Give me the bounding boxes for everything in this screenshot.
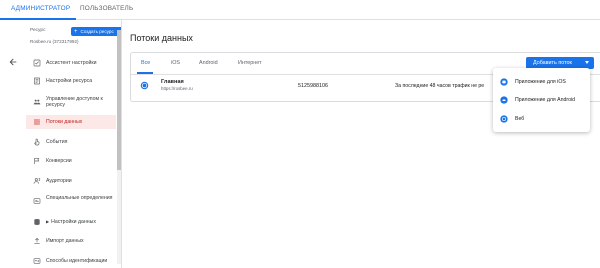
create-resource-button[interactable]: + Создать ресурс	[71, 27, 121, 36]
audience-icon	[33, 178, 41, 184]
checkbox-icon	[33, 59, 41, 67]
people-icon	[33, 99, 41, 105]
sidebar-item-label: ▶ Настройки данных	[46, 219, 118, 225]
sidebar-item-setup-assistant[interactable]: Ассистент настройки	[26, 56, 116, 70]
add-stream-menu: Приложение для iOS Приложение для Androi…	[493, 68, 590, 132]
menu-item-label: Приложение для Android	[515, 97, 576, 103]
stream-traffic-status: За последние 48 часов трафик не ре	[395, 83, 485, 89]
resource-selector: Ресурс	[30, 28, 45, 33]
stream-id: 5125988106	[298, 83, 328, 89]
data-streams-icon	[34, 119, 40, 125]
sidebar-item-label: Импорт данных	[46, 238, 84, 244]
web-icon	[500, 115, 508, 123]
sidebar-item-custom-definitions[interactable]: Специальные определения	[26, 193, 116, 213]
sidebar-item-events[interactable]: События	[26, 135, 116, 149]
arrow-left-icon	[9, 58, 17, 66]
database-icon	[34, 219, 40, 225]
create-resource-label: Создать ресурс	[80, 29, 114, 34]
sidebar-item-label: Потоки данных	[46, 119, 83, 125]
sidebar-item-access-management[interactable]: Управление доступом к ресурсу	[26, 94, 116, 114]
sidebar-item-label: Управление доступом к ресурсу	[46, 96, 103, 108]
sidebar-item-label: Ассистент настройки	[46, 60, 97, 66]
sidebar-item-conversions[interactable]: Конверсии	[26, 154, 116, 168]
menu-item-android-app[interactable]: Приложение для Android	[493, 91, 590, 109]
caret-down-icon	[585, 61, 589, 64]
sidebar-item-audiences[interactable]: Аудитории	[26, 174, 116, 188]
web-stream-icon	[140, 81, 149, 90]
tab-ios[interactable]: iOS	[171, 60, 180, 66]
tab-web[interactable]: Интернет	[238, 60, 262, 66]
sidebar-item-identity-methods[interactable]: Способы идентификации	[26, 254, 116, 268]
tab-administrator[interactable]: АДМИНИСТРАТОР	[11, 5, 70, 12]
sidebar-item-label: Аудитории	[46, 178, 72, 184]
stream-url: https://rosbee.ru	[161, 86, 193, 91]
page-title: Потоки данных	[130, 33, 193, 43]
sidebar-item-data-streams[interactable]: Потоки данных	[26, 115, 116, 129]
settings-page-icon	[34, 77, 40, 85]
android-icon	[500, 96, 508, 104]
sidebar-item-data-import[interactable]: Импорт данных	[26, 234, 116, 248]
sidebar-item-label: События	[46, 139, 68, 145]
custom-definitions-icon	[33, 198, 41, 204]
sidebar-item-label: Способы идентификации	[46, 258, 108, 264]
flag-icon	[34, 158, 40, 164]
resource-label: Ресурс	[30, 28, 46, 33]
sidebar-item-resource-settings[interactable]: Настройки ресурса	[26, 74, 116, 88]
sidebar-item-label: Настройки ресурса	[46, 78, 93, 84]
menu-item-web[interactable]: Веб	[493, 110, 590, 128]
expand-triangle-icon: ▶	[46, 219, 50, 224]
plus-icon: +	[74, 28, 78, 35]
touch-icon	[34, 138, 40, 146]
ios-icon	[500, 78, 508, 86]
sidebar-item-label: Специальные определения	[46, 195, 113, 201]
identity-icon	[33, 258, 41, 264]
sidebar-item-text: Настройки данных	[51, 219, 96, 225]
collapse-panel-button[interactable]	[5, 54, 21, 70]
tab-user[interactable]: ПОЛЬЗОВАТЕЛЬ	[80, 5, 133, 12]
tab-android[interactable]: Android	[199, 60, 218, 66]
menu-item-label: Веб	[515, 116, 525, 122]
menu-item-label: Приложение для iOS	[515, 79, 566, 85]
sidebar-item-data-settings[interactable]: ▶ Настройки данных	[26, 215, 116, 229]
add-stream-label: Добавить поток	[533, 60, 572, 66]
resource-name: Rosbee.ru (372317992)	[30, 39, 79, 44]
top-tab-bar: АДМИНИСТРАТОР ПОЛЬЗОВАТЕЛЬ	[0, 0, 600, 20]
stream-name: Главная	[161, 79, 184, 85]
sidebar-item-label: Конверсии	[46, 158, 72, 164]
upload-icon	[34, 237, 40, 244]
tab-all[interactable]: Все	[141, 60, 150, 66]
menu-item-ios-app[interactable]: Приложение для iOS	[493, 73, 590, 91]
